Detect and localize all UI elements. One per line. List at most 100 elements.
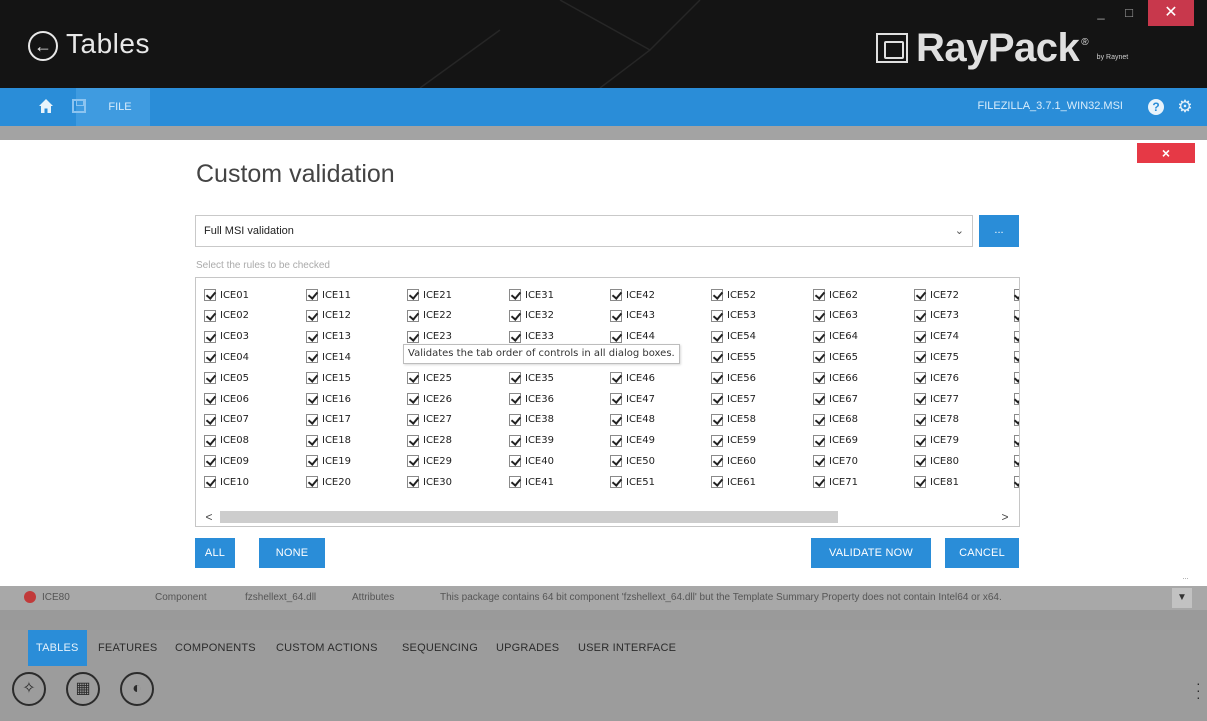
rule-checkbox[interactable]: ICE14 — [306, 349, 351, 365]
rule-checkbox[interactable]: ICE70 — [813, 453, 858, 469]
rule-checkbox[interactable]: ICE23 — [407, 329, 452, 345]
magic-wand-icon[interactable]: ✧ — [12, 672, 46, 706]
validation-result-row[interactable]: ICE80 Component fzshellext_64.dll Attrib… — [0, 586, 1207, 610]
rule-checkbox[interactable]: ICE28 — [407, 433, 452, 449]
rule-checkbox[interactable] — [1014, 474, 1019, 490]
rule-checkbox[interactable]: ICE61 — [711, 474, 756, 490]
rule-checkbox[interactable]: ICE76 — [914, 370, 959, 386]
tab-upgrades[interactable]: UPGRADES — [496, 630, 559, 666]
rule-checkbox[interactable]: ICE80 — [914, 453, 959, 469]
rule-checkbox[interactable]: ICE77 — [914, 391, 959, 407]
cancel-button[interactable]: CANCEL — [945, 538, 1019, 568]
home-icon[interactable] — [38, 98, 54, 114]
rule-checkbox[interactable]: ICE81 — [914, 474, 959, 490]
rule-checkbox[interactable]: ICE67 — [813, 391, 858, 407]
rule-checkbox[interactable] — [1014, 308, 1019, 324]
rule-checkbox[interactable]: ICE54 — [711, 329, 756, 345]
tab-custom-actions[interactable]: CUSTOM ACTIONS — [276, 630, 378, 666]
rule-checkbox[interactable]: ICE52 — [711, 287, 756, 303]
rule-checkbox[interactable] — [1014, 391, 1019, 407]
rule-checkbox[interactable]: ICE57 — [711, 391, 756, 407]
minimize-button[interactable]: _ — [1088, 0, 1114, 26]
dialog-close-button[interactable]: × — [1137, 143, 1195, 163]
browse-button[interactable]: ... — [979, 215, 1019, 247]
rule-checkbox[interactable] — [1014, 433, 1019, 449]
tab-features[interactable]: FEATURES — [98, 630, 157, 666]
rule-checkbox[interactable]: ICE69 — [813, 433, 858, 449]
rule-checkbox[interactable]: ICE66 — [813, 370, 858, 386]
rule-checkbox[interactable]: ICE58 — [711, 412, 756, 428]
rule-checkbox[interactable]: ICE21 — [407, 287, 452, 303]
rule-checkbox[interactable] — [1014, 287, 1019, 303]
rule-checkbox[interactable]: ICE56 — [711, 370, 756, 386]
rule-checkbox[interactable]: ICE09 — [204, 453, 249, 469]
rule-checkbox[interactable]: ICE30 — [407, 474, 452, 490]
rule-checkbox[interactable]: ICE11 — [306, 287, 351, 303]
rule-checkbox[interactable]: ICE75 — [914, 349, 959, 365]
rule-checkbox[interactable]: ICE41 — [509, 474, 554, 490]
rule-checkbox[interactable]: ICE55 — [711, 349, 756, 365]
rule-checkbox[interactable]: ICE25 — [407, 370, 452, 386]
rule-checkbox[interactable]: ICE06 — [204, 391, 249, 407]
rule-checkbox[interactable]: ICE48 — [610, 412, 655, 428]
rule-checkbox[interactable]: ICE08 — [204, 433, 249, 449]
rule-checkbox[interactable]: ICE26 — [407, 391, 452, 407]
rule-checkbox[interactable] — [1014, 370, 1019, 386]
rule-checkbox[interactable]: ICE79 — [914, 433, 959, 449]
row-scroll-down-icon[interactable]: ▼ — [1172, 588, 1192, 608]
rule-checkbox[interactable]: ICE05 — [204, 370, 249, 386]
rule-checkbox[interactable]: ICE33 — [509, 329, 554, 345]
rule-checkbox[interactable]: ICE68 — [813, 412, 858, 428]
rule-checkbox[interactable]: ICE27 — [407, 412, 452, 428]
rule-checkbox[interactable]: ICE73 — [914, 308, 959, 324]
rule-checkbox[interactable]: ICE63 — [813, 308, 858, 324]
rule-checkbox[interactable]: ICE16 — [306, 391, 351, 407]
file-tab[interactable]: FILE — [76, 88, 150, 126]
rule-checkbox[interactable]: ICE46 — [610, 370, 655, 386]
rule-checkbox[interactable]: ICE04 — [204, 349, 249, 365]
rule-checkbox[interactable]: ICE44 — [610, 329, 655, 345]
tab-tables[interactable]: TABLES — [28, 630, 87, 666]
rule-checkbox[interactable]: ICE47 — [610, 391, 655, 407]
rule-checkbox[interactable]: ICE36 — [509, 391, 554, 407]
rule-checkbox[interactable]: ICE72 — [914, 287, 959, 303]
rule-checkbox[interactable] — [1014, 412, 1019, 428]
rule-checkbox[interactable]: ICE49 — [610, 433, 655, 449]
rule-checkbox[interactable]: ICE22 — [407, 308, 452, 324]
rule-checkbox[interactable]: ICE17 — [306, 412, 351, 428]
rule-checkbox[interactable] — [1014, 349, 1019, 365]
rule-checkbox[interactable]: ICE62 — [813, 287, 858, 303]
rule-checkbox[interactable]: ICE42 — [610, 287, 655, 303]
rule-checkbox[interactable]: ICE29 — [407, 453, 452, 469]
speaker-icon[interactable]: ◐ — [120, 672, 154, 706]
rule-checkbox[interactable]: ICE35 — [509, 370, 554, 386]
rule-checkbox[interactable]: ICE51 — [610, 474, 655, 490]
scroll-left-button[interactable]: < — [202, 508, 216, 526]
rule-checkbox[interactable]: ICE50 — [610, 453, 655, 469]
rule-checkbox[interactable]: ICE74 — [914, 329, 959, 345]
rule-checkbox[interactable]: ICE78 — [914, 412, 959, 428]
horizontal-scrollbar[interactable]: < > — [196, 508, 1019, 526]
rule-checkbox[interactable]: ICE12 — [306, 308, 351, 324]
tab-user-interface[interactable]: USER INTERFACE — [578, 630, 676, 666]
rule-checkbox[interactable]: ICE32 — [509, 308, 554, 324]
rule-checkbox[interactable]: ICE31 — [509, 287, 554, 303]
rule-checkbox[interactable]: ICE20 — [306, 474, 351, 490]
resize-grip-icon[interactable]: ··· — [1182, 573, 1189, 583]
rule-checkbox[interactable]: ICE39 — [509, 433, 554, 449]
validate-now-button[interactable]: VALIDATE NOW — [811, 538, 931, 568]
rule-checkbox[interactable]: ICE18 — [306, 433, 351, 449]
rule-checkbox[interactable]: ICE53 — [711, 308, 756, 324]
rule-checkbox[interactable]: ICE19 — [306, 453, 351, 469]
rule-checkbox[interactable]: ICE65 — [813, 349, 858, 365]
rule-checkbox[interactable]: ICE40 — [509, 453, 554, 469]
scroll-thumb[interactable] — [220, 511, 838, 523]
rule-checkbox[interactable]: ICE03 — [204, 329, 249, 345]
rule-checkbox[interactable]: ICE15 — [306, 370, 351, 386]
table-icon[interactable]: ▦ — [66, 672, 100, 706]
window-close-button[interactable]: ✕ — [1148, 0, 1194, 26]
validation-profile-select[interactable]: Full MSI validation ⌄ — [195, 215, 973, 247]
tab-components[interactable]: COMPONENTS — [175, 630, 256, 666]
select-none-button[interactable]: NONE — [259, 538, 325, 568]
rule-checkbox[interactable]: ICE64 — [813, 329, 858, 345]
